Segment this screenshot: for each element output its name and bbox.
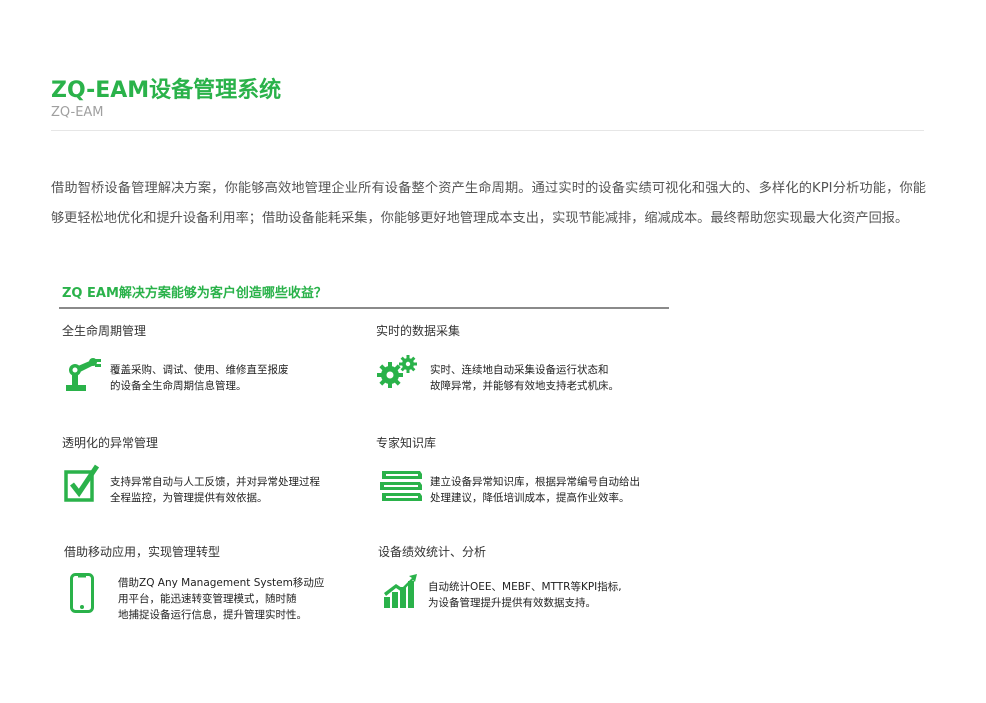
- feature-text-performance-stats: 自动统计OEE、MEBF、MTTR等KPI指标, 为设备管理提升提供有效数据支持…: [428, 579, 622, 611]
- bar-chart-icon: [382, 573, 418, 613]
- feature-line: 覆盖采购、调试、使用、维修直至报废: [110, 364, 289, 376]
- feature-text-realtime-data: 实时、连续地自动采集设备运行状态和 故障异常，并能够有效地支持老式机床。: [430, 362, 619, 394]
- feature-line: 实时、连续地自动采集设备运行状态和: [430, 364, 609, 376]
- benefits-heading: ZQ EAM解决方案能够为客户创造哪些收益？: [62, 286, 327, 301]
- feature-title-exception-management: 透明化的异常管理: [62, 436, 159, 450]
- feature-text-knowledge-base: 建立设备异常知识库，根据异常编号自动给出 处理建议，降低培训成本，提高作业效率。: [430, 474, 640, 506]
- feature-title-lifecycle: 全生命周期管理: [62, 324, 147, 338]
- feature-title-realtime-data: 实时的数据采集: [376, 324, 461, 338]
- intro-paragraph: 借助智桥设备管理解决方案，你能够高效地管理企业所有设备整个资产生命周期。通过实时…: [51, 174, 926, 234]
- feature-title-knowledge-base: 专家知识库: [376, 436, 437, 450]
- feature-line: 的设备全生命周期信息管理。: [110, 380, 247, 392]
- feature-text-mobile: 借助ZQ Any Management System移动应 用平台，能迅速转变管…: [118, 575, 324, 623]
- feature-line: 用平台，能迅速转变管理模式，随时随: [118, 593, 297, 605]
- feature-line: 建立设备异常知识库，根据异常编号自动给出: [430, 476, 640, 488]
- mobile-phone-icon: [70, 573, 94, 617]
- feature-line: 地捕捉设备运行信息，提升管理实时性。: [118, 609, 307, 621]
- feature-line: 全程监控，为管理提供有效依据。: [110, 492, 268, 504]
- benefits-divider: [59, 307, 669, 309]
- feature-title-mobile: 借助移动应用，实现管理转型: [64, 545, 221, 559]
- feature-title-performance-stats: 设备绩效统计、分析: [378, 545, 487, 559]
- page-title: ZQ-EAM设备管理系统: [51, 78, 282, 103]
- title-divider: [51, 130, 924, 131]
- feature-line: 自动统计OEE、MEBF、MTTR等KPI指标,: [428, 581, 622, 593]
- books-icon: [380, 470, 424, 506]
- feature-text-lifecycle: 覆盖采购、调试、使用、维修直至报废 的设备全生命周期信息管理。: [110, 362, 289, 394]
- feature-line: 借助ZQ Any Management System移动应: [118, 577, 325, 589]
- feature-line: 支持异常自动与人工反馈，并对异常处理过程: [110, 476, 320, 488]
- feature-text-exception-management: 支持异常自动与人工反馈，并对异常处理过程 全程监控，为管理提供有效依据。: [110, 474, 320, 506]
- feature-line: 为设备管理提升提供有效数据支持。: [428, 597, 596, 609]
- page-subtitle: ZQ-EAM: [51, 105, 104, 120]
- feature-line: 处理建议，降低培训成本，提高作业效率。: [430, 492, 630, 504]
- feature-line: 故障异常，并能够有效地支持老式机床。: [430, 380, 619, 392]
- robot-arm-icon: [66, 357, 104, 395]
- intro-text: 借助智桥设备管理解决方案，你能够高效地管理企业所有设备整个资产生命周期。通过实时…: [51, 181, 926, 226]
- gears-icon: [376, 355, 418, 393]
- checkbox-icon: [64, 464, 100, 506]
